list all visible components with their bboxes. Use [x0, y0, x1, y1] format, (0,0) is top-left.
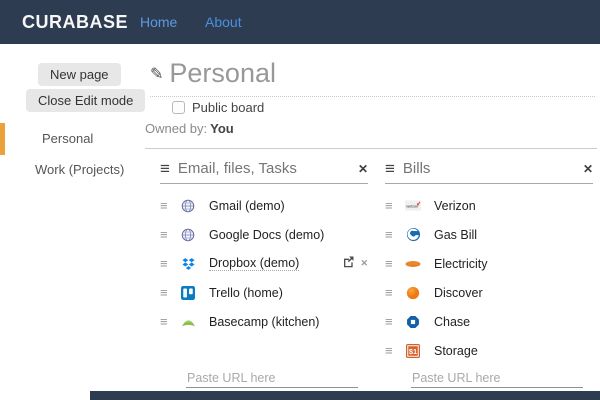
- basecamp-icon: [180, 314, 196, 330]
- item-drag-handle-icon[interactable]: ≡: [160, 286, 175, 299]
- item-link-label[interactable]: Verizon: [434, 199, 476, 213]
- list-item: ≡ $1 Storage: [385, 336, 593, 365]
- column-item-list: ≡ verizon Verizon ≡ Gas Bill ≡ Electrici…: [385, 191, 593, 365]
- item-drag-handle-icon[interactable]: ≡: [160, 315, 175, 328]
- list-item: ≡ Electricity: [385, 249, 593, 278]
- svg-text:verizon: verizon: [406, 204, 418, 208]
- sidebar: New page Close Edit mode Personal Work (…: [0, 44, 146, 400]
- new-page-button[interactable]: New page: [38, 63, 121, 86]
- paste-url-input[interactable]: [186, 369, 358, 388]
- remove-item-icon[interactable]: ✕: [360, 258, 368, 269]
- item-link-label[interactable]: Electricity: [434, 257, 487, 271]
- list-item: ≡ Dropbox (demo) ✕: [160, 249, 368, 278]
- item-link-label[interactable]: Trello (home): [209, 286, 283, 300]
- column-close-icon[interactable]: ✕: [358, 162, 368, 176]
- public-board-row: Public board: [172, 100, 264, 115]
- board-title[interactable]: Personal: [169, 58, 276, 89]
- footer-bar: [90, 391, 600, 400]
- verizon-icon: verizon: [405, 198, 421, 214]
- sidebar-item-work-projects[interactable]: Work (Projects): [0, 158, 140, 182]
- nav-item-home[interactable]: Home: [140, 0, 177, 44]
- globe-icon: [180, 198, 196, 214]
- item-link-label[interactable]: Gmail (demo): [209, 199, 285, 213]
- main-content: ✎ Personal Public board Owned by: You ≡ E…: [140, 44, 600, 400]
- list-item: ≡ Google Docs (demo): [160, 220, 368, 249]
- item-drag-handle-icon[interactable]: ≡: [160, 199, 175, 212]
- item-actions: ✕: [342, 255, 368, 273]
- paste-url-input[interactable]: [411, 369, 583, 388]
- divider: [145, 148, 597, 149]
- item-drag-handle-icon[interactable]: ≡: [385, 199, 400, 212]
- trello-icon: [180, 285, 196, 301]
- list-item: ≡ Chase: [385, 307, 593, 336]
- item-link-label[interactable]: Gas Bill: [434, 228, 477, 242]
- brand-logo[interactable]: CURABASE: [22, 0, 128, 44]
- list-item: ≡ Basecamp (kitchen): [160, 307, 368, 336]
- column-item-list: ≡ Gmail (demo) ≡ Google Docs (demo) ≡ Dr…: [160, 191, 368, 336]
- item-drag-handle-icon[interactable]: ≡: [385, 315, 400, 328]
- globe-icon: [180, 227, 196, 243]
- column-title[interactable]: Email, files, Tasks: [178, 160, 297, 177]
- item-link-label[interactable]: Dropbox (demo): [209, 256, 300, 271]
- nav-item-about[interactable]: About: [205, 0, 242, 44]
- item-link-label[interactable]: Chase: [434, 315, 470, 329]
- board-title-row: ✎ Personal: [150, 58, 595, 97]
- column-header: ≡ Bills ✕: [385, 160, 593, 184]
- discover-icon: [405, 285, 421, 301]
- gas-icon: [405, 227, 421, 243]
- board-column: ≡ Email, files, Tasks ✕ ≡ Gmail (demo) ≡…: [160, 160, 368, 388]
- close-edit-mode-button[interactable]: Close Edit mode: [26, 89, 146, 112]
- electricity-icon: [405, 256, 421, 272]
- list-item: ≡ Gas Bill: [385, 220, 593, 249]
- board-column: ≡ Bills ✕ ≡ verizon Verizon ≡ Gas Bill ≡…: [385, 160, 593, 388]
- column-header: ≡ Email, files, Tasks ✕: [160, 160, 368, 184]
- item-drag-handle-icon[interactable]: ≡: [385, 286, 400, 299]
- column-close-icon[interactable]: ✕: [583, 162, 593, 176]
- list-item: ≡ Gmail (demo): [160, 191, 368, 220]
- item-drag-handle-icon[interactable]: ≡: [385, 228, 400, 241]
- column-drag-handle-icon[interactable]: ≡: [385, 160, 395, 177]
- owned-by-text: Owned by: You: [145, 121, 234, 136]
- column-drag-handle-icon[interactable]: ≡: [160, 160, 170, 177]
- item-drag-handle-icon[interactable]: ≡: [160, 228, 175, 241]
- public-board-label: Public board: [192, 100, 265, 115]
- owner-name: You: [210, 121, 234, 136]
- item-link-label[interactable]: Discover: [434, 286, 483, 300]
- list-item: ≡ verizon Verizon: [385, 191, 593, 220]
- column-title[interactable]: Bills: [403, 160, 431, 177]
- sidebar-item-personal[interactable]: Personal: [0, 123, 140, 155]
- edit-pencil-icon[interactable]: ✎: [150, 64, 163, 84]
- item-link-label[interactable]: Storage: [434, 344, 478, 358]
- owned-by-label: Owned by:: [145, 121, 208, 136]
- list-item: ≡ Trello (home): [160, 278, 368, 307]
- item-drag-handle-icon[interactable]: ≡: [385, 257, 400, 270]
- chase-icon: [405, 314, 421, 330]
- storage-icon: $1: [405, 343, 421, 359]
- item-link-label[interactable]: Google Docs (demo): [209, 228, 324, 242]
- board-columns: ≡ Email, files, Tasks ✕ ≡ Gmail (demo) ≡…: [160, 160, 593, 388]
- open-external-link-icon[interactable]: [342, 255, 355, 273]
- item-drag-handle-icon[interactable]: ≡: [160, 257, 175, 270]
- public-board-checkbox[interactable]: [172, 101, 185, 114]
- app-window: CURABASE Home About New page Close Edit …: [0, 0, 600, 400]
- dropbox-icon: [180, 256, 196, 272]
- item-drag-handle-icon[interactable]: ≡: [385, 344, 400, 357]
- header-bar: CURABASE Home About: [0, 0, 600, 44]
- svg-text:$1: $1: [409, 347, 417, 356]
- item-link-label[interactable]: Basecamp (kitchen): [209, 315, 319, 329]
- list-item: ≡ Discover: [385, 278, 593, 307]
